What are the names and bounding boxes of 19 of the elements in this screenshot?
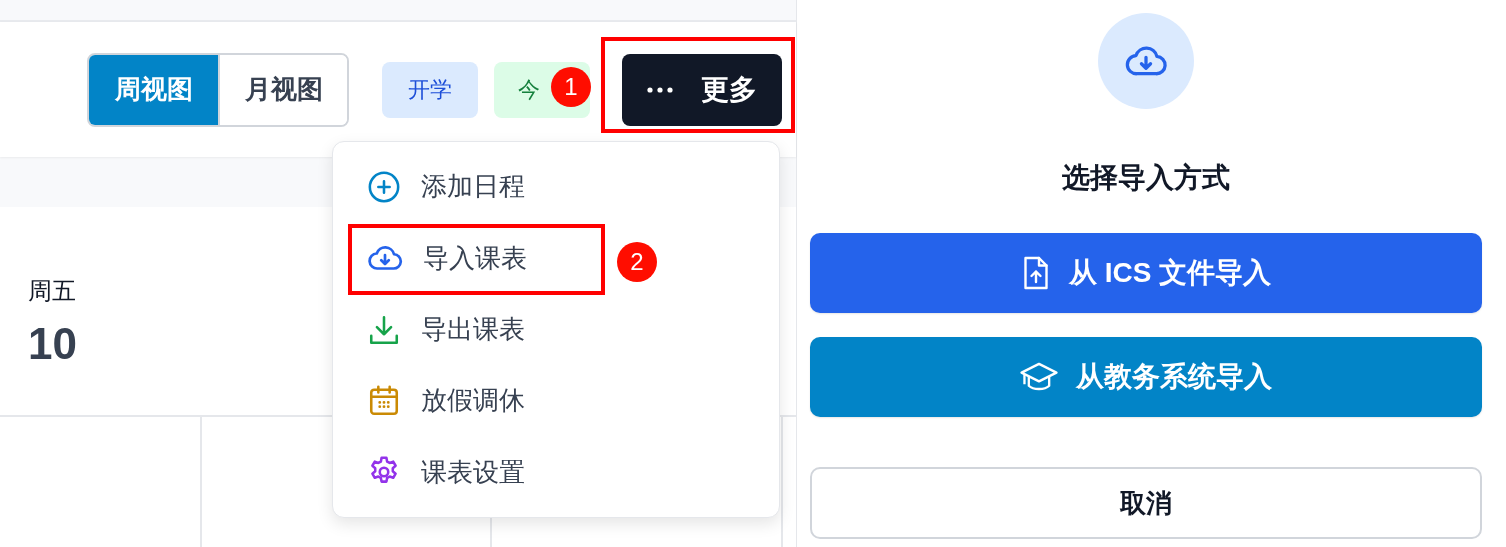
- calendar-icon: [367, 383, 401, 418]
- menu-item[interactable]: 导出课表: [367, 301, 525, 358]
- view-tab[interactable]: 月视图: [218, 54, 347, 125]
- weekday-label: 周五: [28, 276, 77, 306]
- cancel-button[interactable]: 取消: [810, 467, 1482, 539]
- menu-item[interactable]: 添加日程: [367, 159, 525, 215]
- graduation-cap-icon: [1020, 361, 1058, 393]
- menu-item[interactable]: 放假调休: [367, 373, 525, 429]
- view-tab[interactable]: 周视图: [89, 54, 218, 125]
- term-start-button[interactable]: 开学: [382, 61, 478, 118]
- menu-item[interactable]: 导入课表: [367, 230, 527, 286]
- dialog-title: 选择导入方式: [1062, 161, 1230, 195]
- ellipsis-icon: [647, 86, 673, 93]
- menu-item[interactable]: 课表设置: [367, 444, 525, 501]
- more-button[interactable]: 更多: [622, 53, 782, 126]
- plus-circle-icon: [367, 169, 401, 204]
- import-option-button[interactable]: 从教务系统导入: [810, 337, 1482, 417]
- date-number: 10: [28, 319, 78, 369]
- import-option-button[interactable]: 从 ICS 文件导入: [810, 233, 1482, 313]
